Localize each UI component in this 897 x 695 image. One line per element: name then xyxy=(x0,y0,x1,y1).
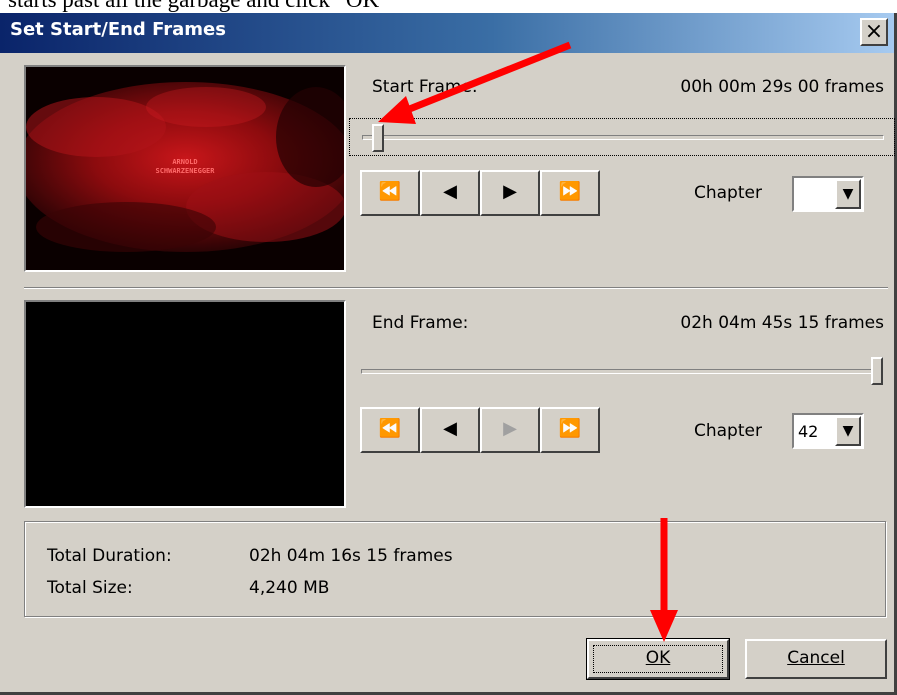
start-fast-forward-button[interactable]: ⏩ xyxy=(540,170,600,216)
dropdown-arrow-icon[interactable]: ▼ xyxy=(835,179,861,209)
end-frame-preview xyxy=(24,300,346,508)
start-chapter-label: Chapter xyxy=(694,183,762,203)
end-step-forward-button[interactable]: ▶ xyxy=(480,407,540,453)
start-step-back-button[interactable]: ◀ xyxy=(420,170,480,216)
end-frame-slider[interactable] xyxy=(349,353,895,391)
preview-title-line1: ARNOLD xyxy=(172,158,197,166)
end-slider-track xyxy=(361,369,883,374)
start-slider-thumb[interactable] xyxy=(372,124,385,152)
start-preview-image: ARNOLD SCHWARZENEGGER xyxy=(26,67,344,270)
title-bar[interactable]: Set Start/End Frames × xyxy=(0,13,894,53)
end-chapter-value: 42 xyxy=(798,422,819,441)
end-chapter-label: Chapter xyxy=(694,421,762,441)
end-frame-time: 02h 04m 45s 15 frames xyxy=(680,313,884,333)
start-frame-label: Start Frame: xyxy=(372,77,478,97)
end-frame-label: End Frame: xyxy=(372,313,469,333)
total-duration-value: 02h 04m 16s 15 frames xyxy=(249,546,453,566)
start-chapter-dropdown[interactable]: ▼ xyxy=(792,176,864,212)
end-step-back-button[interactable]: ◀ xyxy=(420,407,480,453)
start-frame-slider[interactable] xyxy=(349,118,895,156)
summary-panel: Total Duration: 02h 04m 16s 15 frames To… xyxy=(24,521,886,617)
total-size-label: Total Size: xyxy=(47,578,133,598)
section-divider xyxy=(24,287,888,289)
total-size-value: 4,240 MB xyxy=(249,578,330,598)
start-frame-preview: ARNOLD SCHWARZENEGGER xyxy=(24,65,346,272)
focus-ring xyxy=(593,645,723,673)
dropdown-arrow-icon[interactable]: ▼ xyxy=(835,416,861,446)
close-button[interactable]: × xyxy=(860,18,888,46)
end-slider-thumb[interactable] xyxy=(871,357,883,385)
preview-title-line2: SCHWARZENEGGER xyxy=(155,167,215,175)
start-slider-track xyxy=(362,135,884,140)
cancel-button[interactable]: Cancel xyxy=(745,639,887,679)
end-chapter-dropdown[interactable]: 42 ▼ xyxy=(792,413,864,449)
set-frames-dialog: Set Start/End Frames × ARNOLD SCHWARZENE… xyxy=(0,13,897,695)
end-rewind-button[interactable]: ⏪ xyxy=(360,407,420,453)
cancel-button-label: Cancel xyxy=(787,648,845,668)
start-rewind-button[interactable]: ⏪ xyxy=(360,170,420,216)
total-duration-label: Total Duration: xyxy=(47,546,172,566)
ok-button[interactable]: OK xyxy=(586,638,730,680)
end-fast-forward-button[interactable]: ⏩ xyxy=(540,407,600,453)
start-step-forward-button[interactable]: ▶ xyxy=(480,170,540,216)
instruction-caption: starts past all the garbage and click “O… xyxy=(8,0,888,11)
start-frame-time: 00h 00m 29s 00 frames xyxy=(680,77,884,97)
dialog-title: Set Start/End Frames xyxy=(10,19,226,40)
